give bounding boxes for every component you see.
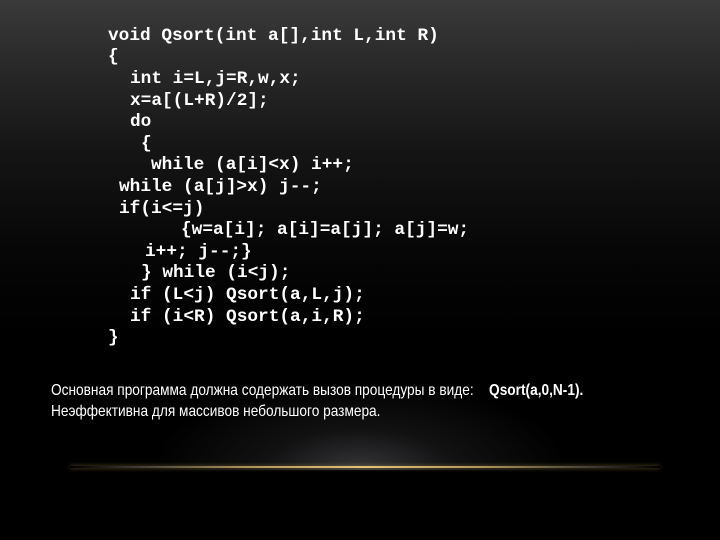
code-line: {	[141, 134, 152, 154]
code-line: x=a[(L+R)/2];	[130, 91, 269, 111]
code-line: } while (i<j);	[141, 263, 291, 283]
note-text: Основная программа должна содержать вызо…	[51, 382, 474, 399]
code-line: if(i<=j)	[119, 199, 205, 219]
code-line: if (L<j) Qsort(a,L,j);	[130, 285, 365, 305]
code-line: i++; j--;}	[145, 242, 252, 262]
code-line: if (i<R) Qsort(a,i,R);	[130, 307, 365, 327]
code-line: void Qsort(int a[],int L,int R)	[108, 26, 439, 46]
code-line: int i=L,j=R,w,x;	[130, 69, 301, 89]
code-line: while (a[j]>x) j--;	[119, 177, 322, 197]
qsort-call: Qsort(a,0,N-1).	[489, 382, 584, 399]
code-line: }	[108, 328, 119, 348]
note-line-1: Основная программа должна содержать вызо…	[51, 381, 583, 401]
decorative-divider-line	[70, 466, 660, 468]
note-line-2: Неэффективна для массивов небольшого раз…	[51, 403, 381, 420]
code-line: do	[130, 112, 152, 132]
slide: void Qsort(int a[],int L,int R) { int i=…	[0, 0, 720, 540]
code-line: while (a[i]<x) i++;	[151, 155, 354, 175]
code-line: {	[108, 47, 119, 67]
code-line: {w=a[i]; a[i]=a[j]; a[j]=w;	[181, 220, 470, 240]
